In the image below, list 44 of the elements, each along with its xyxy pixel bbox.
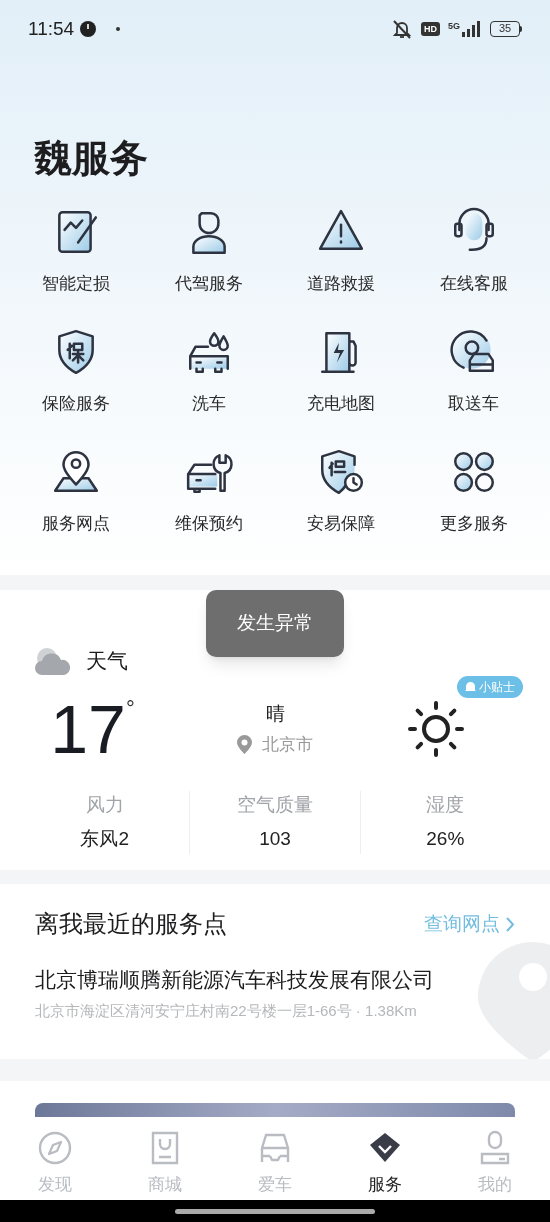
service-item[interactable]: 维保预约: [142, 443, 275, 563]
mute-icon: [391, 19, 413, 39]
chevron-right-icon: [506, 916, 515, 932]
location-pin-icon: [237, 735, 252, 755]
service-item[interactable]: 安易保障: [275, 443, 408, 563]
city-label: 北京市: [262, 734, 313, 756]
tab-icon: [37, 1130, 73, 1166]
stat-value: 东风2: [80, 827, 129, 851]
nav-tab[interactable]: 服务: [330, 1118, 440, 1200]
home-indicator[interactable]: [175, 1208, 375, 1214]
service-item[interactable]: 代驾服务: [142, 203, 275, 323]
cloud-icon: [34, 645, 72, 676]
status-time: 11:54: [28, 16, 75, 41]
stat-label: 湿度: [426, 792, 465, 817]
signal-icon: [462, 21, 482, 37]
service-item[interactable]: 在线客服: [407, 203, 540, 323]
stat-label: 风力: [85, 792, 124, 817]
dot-icon: [116, 27, 121, 31]
degree-sign: °: [125, 694, 135, 723]
clock-icon: [80, 21, 97, 37]
weather-condition: 晴: [265, 701, 285, 726]
toast-message: 发生异常: [206, 590, 344, 657]
service-item[interactable]: 服务网点: [10, 443, 143, 563]
hd-badge: HD: [421, 22, 440, 36]
section-title: 离我最近的服务点: [35, 909, 227, 939]
sun-icon: [408, 700, 464, 757]
battery-icon: 35: [490, 21, 522, 37]
service-item[interactable]: 洗车: [142, 323, 275, 443]
stat-label: 空气质量: [237, 792, 313, 817]
bell-icon: [465, 680, 476, 693]
service-item[interactable]: 取送车: [407, 323, 540, 443]
service-item[interactable]: 道路救援: [275, 203, 408, 323]
network-label: 5G: [448, 21, 460, 31]
stat-value: 26%: [426, 827, 465, 851]
service-item[interactable]: 保险服务: [10, 323, 143, 443]
page-title: 魏服务: [34, 136, 149, 181]
service-item[interactable]: 智能定损: [10, 203, 143, 323]
service-point-name: 北京博瑞顺腾新能源汽车科技发展有限公司: [35, 967, 435, 993]
weather-title: 天气: [86, 648, 128, 674]
temperature: 17: [50, 693, 126, 764]
service-item[interactable]: 更多服务: [407, 443, 540, 563]
stat-value: 103: [259, 827, 291, 851]
service-item[interactable]: 充电地图: [275, 323, 408, 443]
service-point-address: 北京市海淀区清河安宁庄村南22号楼一层1-66号 · 1.38Km: [35, 1000, 418, 1021]
